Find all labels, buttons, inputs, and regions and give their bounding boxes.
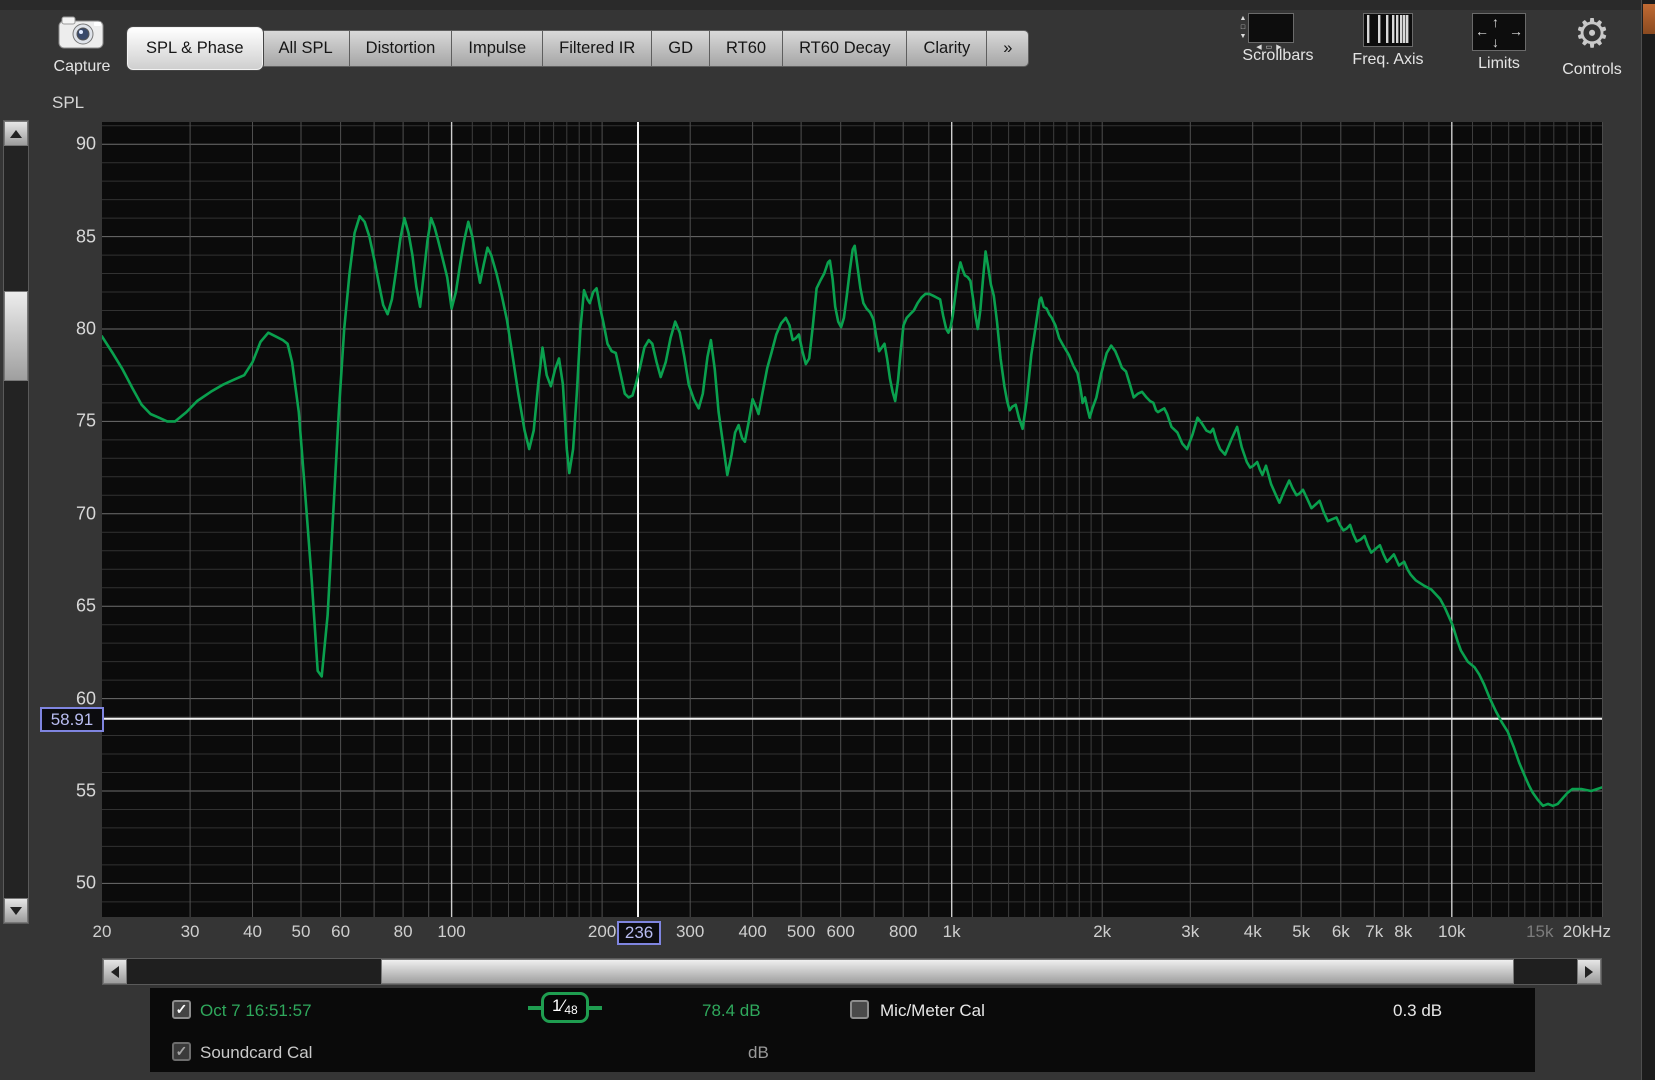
- x-tick-2k: 2k: [1093, 922, 1111, 942]
- measurement-name[interactable]: Oct 7 16:51:57: [200, 1001, 312, 1021]
- freq-axis-icon: [1363, 13, 1413, 47]
- y-tick-85: 85: [38, 226, 96, 247]
- mic-cal-label: Mic/Meter Cal: [880, 1001, 985, 1021]
- freq-axis-button[interactable]: Freq. Axis: [1348, 13, 1428, 69]
- camera-icon: [56, 38, 108, 55]
- x-tick-600: 600: [827, 922, 855, 942]
- y-axis-title: SPL: [52, 93, 102, 113]
- vertical-scrollbar-thumb[interactable]: [4, 291, 28, 381]
- measurement-visible-checkbox[interactable]: ✓: [172, 1000, 191, 1019]
- measurement-status-bar: ✓ Oct 7 16:51:57 1⁄48 78.4 dB Mic/Meter …: [150, 988, 1535, 1072]
- tab-spl-phase[interactable]: SPL & Phase: [127, 27, 263, 70]
- x-tick-800: 800: [889, 922, 917, 942]
- y-tick-90: 90: [38, 134, 96, 155]
- unit-label: dB: [748, 1043, 769, 1063]
- controls-button[interactable]: ⚙Controls: [1552, 13, 1632, 79]
- cursor-level-readout: 78.4 dB: [702, 1001, 761, 1021]
- x-tick-200: 200: [588, 922, 616, 942]
- left-arrow-icon: [111, 966, 119, 978]
- cursor-frequency-readout: 236: [617, 921, 661, 945]
- y-tick-70: 70: [38, 503, 96, 524]
- y-tick-55: 55: [38, 780, 96, 801]
- gear-icon: ⚙: [1568, 13, 1616, 57]
- y-tick-65: 65: [38, 596, 96, 617]
- smoothing-control[interactable]: 1⁄48: [528, 992, 602, 1023]
- tab-rt60[interactable]: RT60: [710, 30, 783, 67]
- x-tick-15k: 15k: [1526, 922, 1553, 942]
- soundcard-row: ✓ Soundcard Cal dB: [150, 1040, 1535, 1066]
- smoothing-denominator: 48: [564, 1003, 577, 1017]
- horizontal-scrollbar-thumb[interactable]: [381, 959, 1514, 984]
- x-tick-40: 40: [243, 922, 262, 942]
- tab-[interactable]: »: [987, 30, 1029, 67]
- x-tick-4k: 4k: [1244, 922, 1262, 942]
- cursor-spl-readout: 58.91: [40, 707, 104, 732]
- x-tick-20: 20: [93, 922, 112, 942]
- soundcard-cal-label: Soundcard Cal: [200, 1043, 312, 1063]
- graph-tabs: SPL & PhaseAll SPLDistortionImpulseFilte…: [127, 30, 1029, 67]
- x-tick-30: 30: [181, 922, 200, 942]
- horizontal-scrollbar[interactable]: [102, 958, 1602, 985]
- x-tick-6k: 6k: [1332, 922, 1350, 942]
- x-tick-3k: 3k: [1181, 922, 1199, 942]
- y-tick-80: 80: [38, 318, 96, 339]
- x-tick-60: 60: [331, 922, 350, 942]
- up-arrow-icon: [10, 130, 22, 138]
- mic-cal-checkbox[interactable]: [850, 1000, 869, 1019]
- limits-icon: ↑↓←→: [1472, 13, 1526, 51]
- tab-rt60-decay[interactable]: RT60 Decay: [783, 30, 907, 67]
- x-tick-300: 300: [676, 922, 704, 942]
- capture-label: Capture: [44, 58, 120, 76]
- rew-window: Capture SPL & PhaseAll SPLDistortionImpu…: [0, 0, 1655, 1080]
- capture-button[interactable]: Capture: [44, 13, 120, 76]
- x-tick-8k: 8k: [1394, 922, 1412, 942]
- scroll-right-button[interactable]: [1577, 959, 1601, 984]
- soundcard-cal-checkbox[interactable]: ✓: [172, 1042, 191, 1061]
- spl-plot-area[interactable]: [102, 122, 1603, 917]
- tab-clarity[interactable]: Clarity: [907, 30, 987, 67]
- orange-accent-marker: [1643, 4, 1655, 34]
- tab-filtered-ir[interactable]: Filtered IR: [543, 30, 652, 67]
- scroll-left-button[interactable]: [103, 959, 127, 984]
- window-top-strip: [0, 0, 1655, 10]
- y-tick-50: 50: [38, 873, 96, 894]
- mic-cal-offset-value: 0.3 dB: [1393, 1001, 1442, 1021]
- x-tick-100: 100: [437, 922, 465, 942]
- x-tick-80: 80: [394, 922, 413, 942]
- vertical-scrollbar[interactable]: [3, 120, 29, 924]
- scroll-up-button[interactable]: [4, 121, 28, 146]
- tab-all-spl[interactable]: All SPL: [263, 30, 350, 67]
- x-tick-20kHz: 20kHz: [1563, 922, 1611, 942]
- limits-button[interactable]: ↑↓←→Limits: [1459, 13, 1539, 73]
- tab-distortion[interactable]: Distortion: [350, 30, 453, 67]
- scrollbars-icon: ▲□▼◀▭▶: [1248, 13, 1294, 43]
- x-tick-500: 500: [787, 922, 815, 942]
- x-tick-1k: 1k: [943, 922, 961, 942]
- right-edge-panel: [1641, 0, 1655, 1080]
- x-tick-50: 50: [292, 922, 311, 942]
- down-arrow-icon: [10, 907, 22, 915]
- x-tick-7k: 7k: [1365, 922, 1383, 942]
- right-arrow-icon: [1585, 966, 1593, 978]
- scrollbars-button[interactable]: ▲□▼◀▭▶Scrollbars: [1238, 13, 1318, 65]
- tab-impulse[interactable]: Impulse: [452, 30, 543, 67]
- x-tick-400: 400: [738, 922, 766, 942]
- measurement-row: ✓ Oct 7 16:51:57 1⁄48 78.4 dB Mic/Meter …: [150, 998, 1535, 1024]
- x-tick-5k: 5k: [1292, 922, 1310, 942]
- scroll-down-button[interactable]: [4, 898, 28, 923]
- y-tick-75: 75: [38, 411, 96, 432]
- x-tick-10k: 10k: [1438, 922, 1465, 942]
- tab-gd[interactable]: GD: [652, 30, 710, 67]
